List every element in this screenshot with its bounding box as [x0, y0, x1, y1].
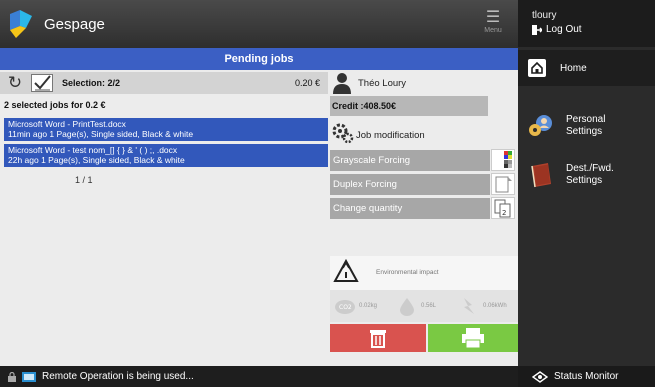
sidebar-item-home[interactable]: Home	[518, 50, 655, 86]
job-details: 11min ago 1 Page(s), Single sided, Black…	[8, 129, 194, 139]
username: tloury	[532, 10, 557, 21]
selection-bar: ↻ Selection: 2/2 0.20 €	[0, 72, 328, 94]
sidebar-item-dest-settings[interactable]: Dest./Fwd. Settings	[518, 152, 655, 198]
status-monitor-icon	[532, 370, 548, 383]
selection-count: Selection: 2/2	[62, 78, 121, 88]
job-details: 22h ago 1 Page(s), Single sided, Black &…	[8, 155, 185, 165]
job-row[interactable]: Microsoft Word - PrintTest.docx 11min ag…	[4, 118, 328, 141]
sidebar-item-label: Dest./Fwd. Settings	[566, 163, 614, 186]
grayscale-forcing-button[interactable]: Grayscale Forcing	[330, 150, 490, 171]
job-row[interactable]: Microsoft Word - test nom_[] { } & ' ( )…	[4, 144, 328, 167]
status-bar: Remote Operation is being used...	[0, 366, 518, 387]
logout-icon	[532, 24, 542, 35]
grayscale-icon	[491, 149, 515, 171]
logout-label: Log Out	[546, 24, 582, 35]
energy-bolt-icon	[464, 298, 474, 314]
hamburger-icon: ☰	[485, 9, 501, 26]
page-title: Pending jobs	[0, 48, 518, 70]
energy-stat: 0.06kWh	[458, 294, 507, 318]
job-name: Microsoft Word - PrintTest.docx	[8, 119, 126, 129]
menu-button[interactable]: ☰ Menu	[478, 10, 508, 40]
change-quantity-button[interactable]: Change quantity	[330, 198, 490, 219]
co2-stat: CO2 0.02kg	[334, 294, 377, 318]
checkmark-icon	[34, 75, 51, 91]
user-row: Théo Loury	[330, 72, 518, 94]
sidebar-item-label: Home	[560, 62, 587, 74]
copies-icon: 2	[491, 197, 515, 219]
duplex-icon	[491, 173, 515, 195]
status-monitor-label: Status Monitor	[554, 371, 619, 382]
print-button[interactable]	[428, 324, 518, 352]
credit-bar: Credit :408.50€	[330, 96, 488, 116]
top-bar: Gespage ☰ Menu	[0, 0, 518, 48]
user-icon	[333, 73, 351, 94]
trash-icon	[370, 330, 386, 348]
recycle-icon	[333, 258, 359, 282]
gespage-logo	[10, 10, 32, 38]
select-all-checkbox[interactable]	[31, 74, 53, 92]
environmental-impact-header: Environmental impact	[330, 256, 518, 290]
user-area: tloury Log Out	[518, 0, 655, 47]
job-name: Microsoft Word - test nom_[] { } & ' ( )…	[8, 145, 178, 155]
credit-label: Credit :408.50€	[332, 101, 397, 111]
environmental-impact-label: Environmental impact	[376, 269, 439, 276]
sidebar-item-personal-settings[interactable]: Personal Settings	[518, 104, 655, 148]
co2-value: 0.02kg	[359, 303, 378, 309]
refresh-button[interactable]: ↻	[4, 73, 26, 93]
status-message: Remote Operation is being used...	[42, 371, 194, 382]
selection-amount: 0.20 €	[294, 78, 320, 88]
main-content: Pending jobs ↻ Selection: 2/2 0.20 € 2 s…	[0, 48, 518, 366]
printer-icon	[462, 328, 484, 349]
svg-text:2: 2	[502, 209, 506, 217]
gears-icon	[332, 123, 354, 144]
pager: 1 / 1	[75, 175, 93, 185]
delete-button[interactable]	[330, 324, 426, 352]
water-stat: 0.56L	[396, 294, 436, 318]
right-panel: tloury Log Out Home Personal Settings De…	[518, 0, 655, 387]
environmental-stats: CO2 0.02kg 0.56L 0.06kWh	[330, 290, 518, 322]
co2-cloud-icon: CO2	[335, 300, 355, 314]
job-modification-label: Job modification	[356, 130, 425, 141]
water-value: 0.56L	[421, 303, 437, 309]
lock-icon	[8, 371, 16, 382]
water-drop-icon	[400, 298, 414, 316]
job-modification-header: Job modification	[330, 122, 518, 146]
duplex-forcing-button[interactable]: Duplex Forcing	[330, 174, 490, 195]
home-icon	[528, 59, 546, 77]
logout-button[interactable]: Log Out	[532, 24, 655, 35]
user-name: Théo Loury	[358, 78, 407, 89]
energy-value: 0.06kWh	[483, 303, 507, 309]
menu-label: Menu	[484, 27, 502, 34]
remote-monitor-icon	[22, 371, 36, 382]
personal-settings-icon	[529, 115, 552, 136]
refresh-icon: ↻	[7, 73, 23, 92]
app-title: Gespage	[44, 16, 105, 33]
address-book-icon	[531, 163, 551, 188]
selection-summary: 2 selected jobs for 0.2 €	[4, 100, 106, 110]
sidebar-item-label: Personal Settings	[566, 114, 606, 137]
svg-text:CO2: CO2	[339, 304, 352, 311]
status-monitor-button[interactable]: Status Monitor	[518, 366, 655, 387]
